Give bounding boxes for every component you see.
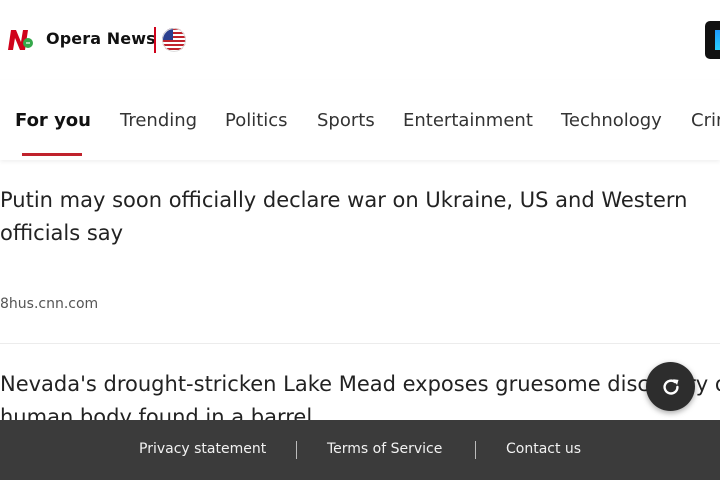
contact-us-link[interactable]: Contact us xyxy=(506,441,581,457)
active-tab-indicator xyxy=(22,153,82,156)
refresh-icon xyxy=(662,378,679,395)
article-source: 8hus.cnn.com xyxy=(0,296,99,312)
tab-sports[interactable]: Sports xyxy=(317,110,375,131)
brand-divider xyxy=(154,27,156,53)
tab-for-you[interactable]: For you xyxy=(15,110,91,131)
us-flag-icon[interactable] xyxy=(162,28,186,52)
tab-technology[interactable]: Technology xyxy=(561,110,662,131)
tab-politics[interactable]: Politics xyxy=(225,110,288,131)
tab-crime[interactable]: Crime xyxy=(691,110,720,131)
tab-entertainment[interactable]: Entertainment xyxy=(403,110,533,131)
terms-of-service-link[interactable]: Terms of Service xyxy=(327,441,442,457)
article-title[interactable]: Putin may soon officially declare war on… xyxy=(0,184,720,250)
brand-name[interactable]: Opera News xyxy=(46,29,156,48)
header: Opera News xyxy=(0,0,720,80)
footer: Privacy statement Terms of Service Conta… xyxy=(0,420,720,480)
article-divider xyxy=(0,343,720,344)
app-download-icon[interactable] xyxy=(705,21,720,59)
opera-news-logo-icon[interactable] xyxy=(6,28,36,52)
footer-separator xyxy=(475,441,476,459)
category-tabs: For you Trending Politics Sports Enterta… xyxy=(0,80,720,160)
footer-separator xyxy=(296,441,297,459)
privacy-statement-link[interactable]: Privacy statement xyxy=(139,441,266,457)
refresh-button[interactable] xyxy=(646,362,695,411)
tab-trending[interactable]: Trending xyxy=(120,110,197,131)
